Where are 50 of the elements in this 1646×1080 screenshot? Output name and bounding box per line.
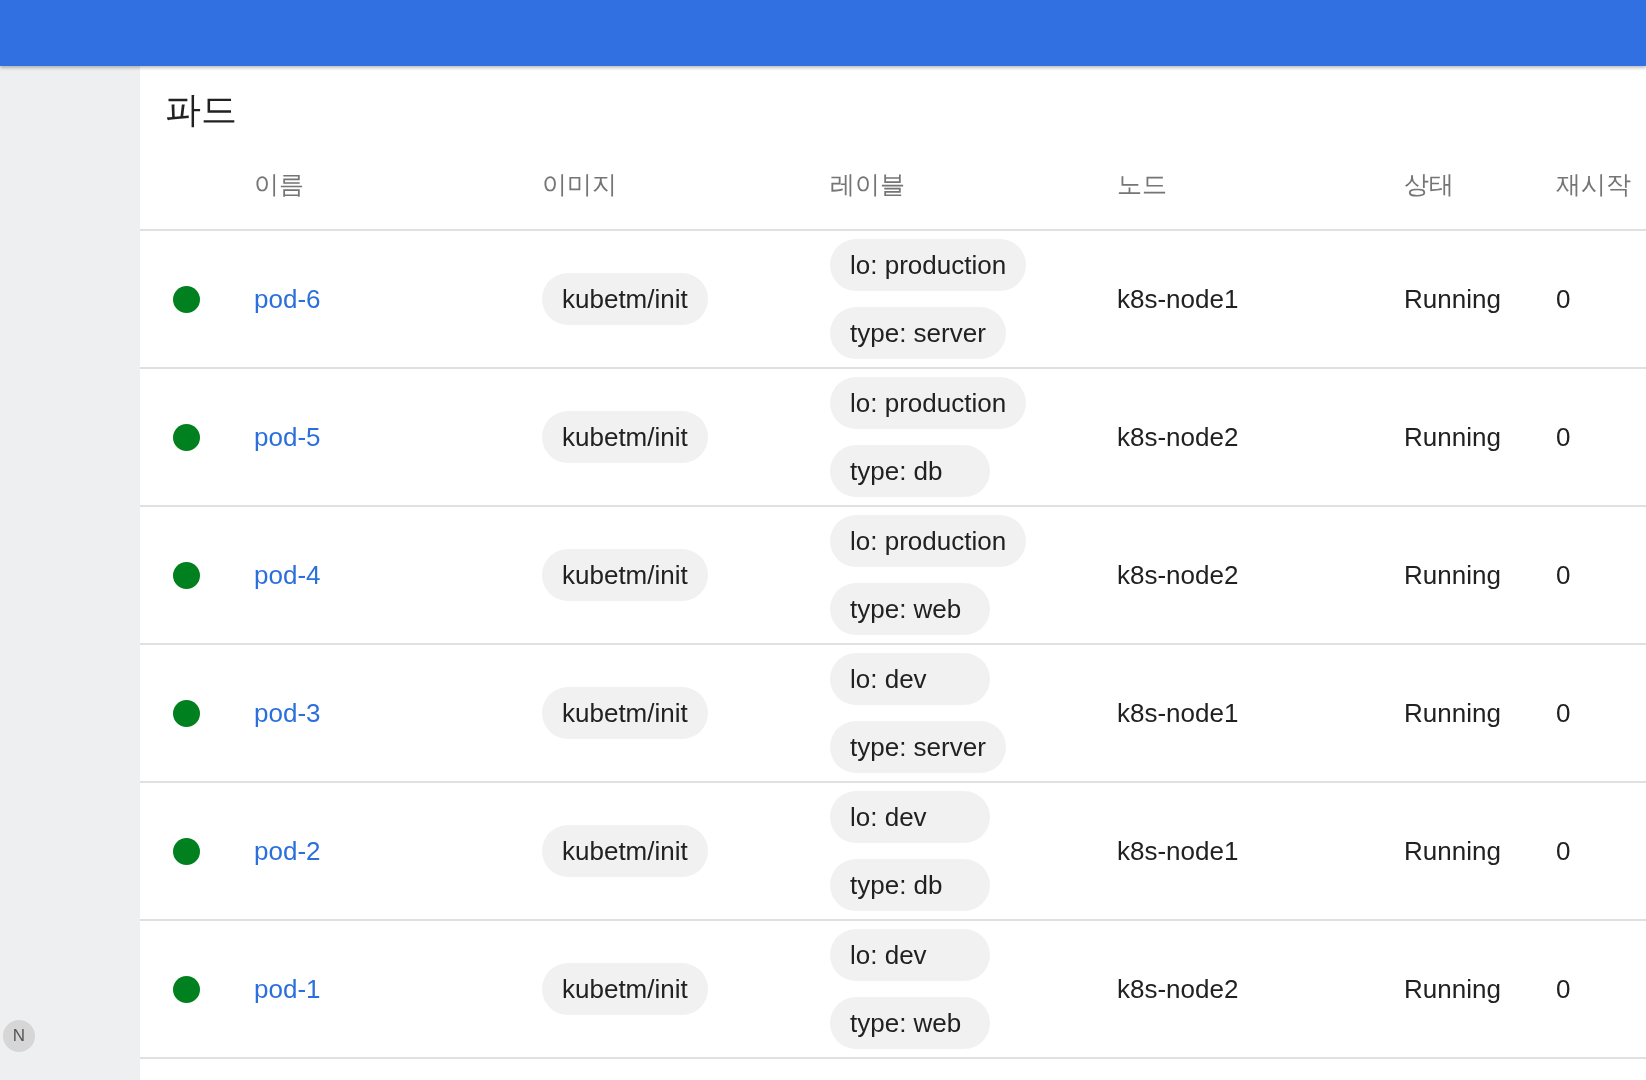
pod-status: Running	[1404, 697, 1501, 729]
pod-status: Running	[1404, 559, 1501, 591]
image-chip: kubetm/init	[542, 825, 708, 877]
column-header: 이미지	[542, 169, 617, 200]
column-header: 레이블	[830, 169, 905, 200]
avatar[interactable]: N	[3, 1020, 35, 1052]
label-chip: type: web	[830, 583, 990, 635]
label-chip: lo: dev	[830, 929, 990, 981]
restart-count: 0	[1556, 973, 1571, 1005]
pod-status: Running	[1404, 973, 1501, 1005]
restart-count: 0	[1556, 559, 1571, 591]
image-chip: kubetm/init	[542, 411, 708, 463]
node-name: k8s-node1	[1117, 283, 1239, 315]
label-chip: type: server	[830, 721, 1006, 773]
pod-link[interactable]: pod-1	[254, 973, 321, 1005]
pod-link[interactable]: pod-5	[254, 421, 321, 453]
page-title: 파드	[164, 88, 238, 132]
label-chip: lo: production	[830, 377, 1027, 429]
node-name: k8s-node1	[1117, 697, 1239, 729]
column-header: 노드	[1117, 169, 1167, 200]
node-name: k8s-node2	[1117, 421, 1239, 453]
column-header: 상태	[1404, 169, 1454, 200]
label-chip: lo: dev	[830, 653, 990, 705]
restart-count: 0	[1556, 283, 1571, 315]
column-header: 이름	[254, 169, 304, 200]
image-chip: kubetm/init	[542, 273, 708, 325]
label-chip: type: web	[830, 997, 990, 1049]
pod-link[interactable]: pod-2	[254, 835, 321, 867]
pod-status: Running	[1404, 283, 1501, 315]
restart-count: 0	[1556, 421, 1571, 453]
label-chip: type: server	[830, 307, 1006, 359]
pod-link[interactable]: pod-3	[254, 697, 321, 729]
pod-status: Running	[1404, 421, 1501, 453]
pod-link[interactable]: pod-6	[254, 283, 321, 315]
image-chip: kubetm/init	[542, 963, 708, 1015]
restart-count: 0	[1556, 697, 1571, 729]
label-chip: type: db	[830, 445, 990, 497]
label-chip: lo: production	[830, 239, 1027, 291]
restart-count: 0	[1556, 835, 1571, 867]
image-chip: kubetm/init	[542, 549, 708, 601]
label-chip: type: db	[830, 859, 990, 911]
image-chip: kubetm/init	[542, 687, 708, 739]
pod-status: Running	[1404, 835, 1501, 867]
node-name: k8s-node2	[1117, 559, 1239, 591]
node-name: k8s-node1	[1117, 835, 1239, 867]
node-name: k8s-node2	[1117, 973, 1239, 1005]
label-chip: lo: production	[830, 515, 1027, 567]
pod-link[interactable]: pod-4	[254, 559, 321, 591]
column-header: 재시작	[1556, 169, 1631, 200]
label-chip: lo: dev	[830, 791, 990, 843]
